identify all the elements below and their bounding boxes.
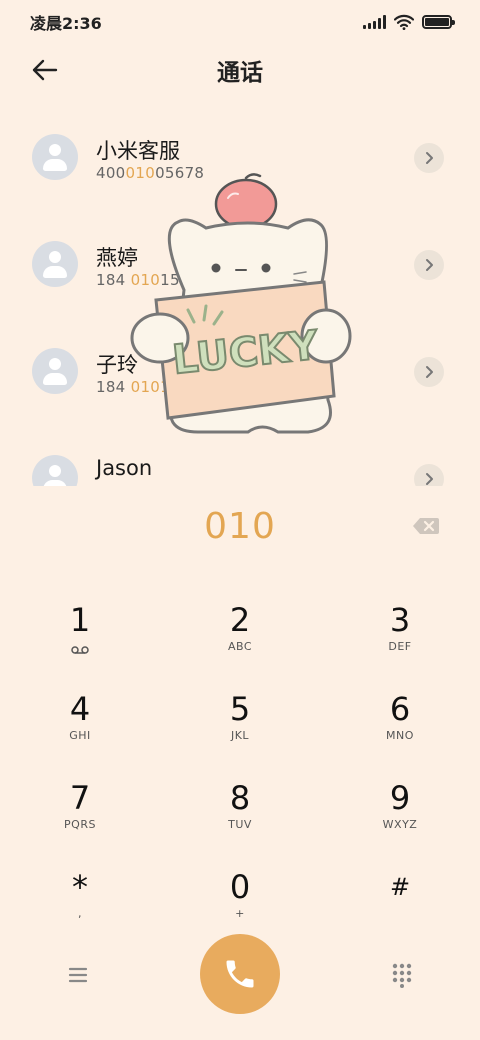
key-6[interactable]: 6 MNO	[340, 689, 460, 765]
key-3[interactable]: 3 DEF	[340, 600, 460, 676]
key-letters: DEF	[388, 640, 412, 653]
dial-input-row: 010	[0, 500, 480, 556]
contact-number: 40001005678	[96, 164, 205, 182]
back-arrow-icon	[32, 59, 58, 81]
contact-row[interactable]: 子玲 184 0101 5678	[0, 318, 480, 418]
key-letters: +	[235, 907, 245, 920]
key-digit: 2	[229, 601, 251, 639]
voicemail-icon	[71, 646, 89, 654]
contact-row[interactable]: 燕婷 184 01015689	[0, 211, 480, 311]
backspace-button[interactable]	[412, 516, 440, 536]
key-digit: 5	[229, 690, 251, 728]
wifi-icon	[394, 14, 414, 30]
contact-name: Jason	[96, 456, 153, 480]
contact-row[interactable]: Jason	[0, 425, 480, 486]
key-7[interactable]: 7 PQRS	[20, 778, 140, 854]
key-digit: 3	[389, 601, 411, 639]
contact-name: 小米客服	[96, 139, 180, 163]
key-1[interactable]: 1	[20, 600, 140, 676]
call-button[interactable]	[200, 934, 280, 1014]
key-letters: MNO	[386, 729, 414, 742]
key-2[interactable]: 2 ABC	[180, 600, 300, 676]
key-digit: *	[72, 868, 88, 906]
avatar	[32, 241, 78, 287]
key-digit: 8	[229, 779, 251, 817]
phone-icon	[226, 960, 254, 988]
key-digit: 9	[389, 779, 411, 817]
key-star[interactable]: * ,	[20, 867, 140, 943]
status-bar: 凌晨2:36	[0, 0, 480, 44]
key-0[interactable]: 0 +	[180, 867, 300, 943]
chevron-right-icon	[426, 473, 433, 485]
contact-detail-button[interactable]	[414, 357, 444, 387]
avatar	[32, 134, 78, 180]
contact-row[interactable]: 小米客服 40001005678	[0, 104, 480, 204]
key-letters: PQRS	[64, 818, 96, 831]
key-hash[interactable]: #	[340, 867, 460, 943]
avatar	[32, 455, 78, 486]
chevron-right-icon	[426, 152, 433, 164]
key-letters: WXYZ	[382, 818, 418, 831]
dialpad-toggle-button[interactable]	[390, 962, 414, 988]
contact-name: 燕婷	[96, 246, 138, 270]
key-digit: 7	[69, 779, 91, 817]
menu-button[interactable]	[66, 964, 90, 986]
contact-detail-button[interactable]	[414, 250, 444, 280]
key-5[interactable]: 5 JKL	[180, 689, 300, 765]
contact-name: 子玲	[96, 353, 138, 377]
dialed-number: 010	[204, 506, 276, 547]
menu-icon	[68, 967, 88, 983]
key-4[interactable]: 4 GHI	[20, 689, 140, 765]
chevron-right-icon	[426, 366, 433, 378]
status-time: 凌晨2:36	[30, 14, 102, 33]
avatar	[32, 348, 78, 394]
bottom-action-bar	[0, 934, 480, 1014]
key-letters: GHI	[69, 729, 91, 742]
signal-icon	[363, 15, 386, 29]
contact-suggestion-list: 小米客服 40001005678 燕婷 184 01015689 子玲 184 …	[0, 104, 480, 486]
key-digit: 1	[69, 601, 91, 639]
backspace-icon	[413, 518, 439, 534]
battery-icon	[422, 15, 455, 29]
key-letters: ABC	[227, 640, 253, 653]
key-letters: ,	[78, 907, 82, 920]
header: 通话	[0, 48, 480, 92]
contact-number: 184 0101 5678	[96, 378, 215, 396]
chevron-right-icon	[426, 259, 433, 271]
page-title: 通话	[217, 60, 263, 86]
key-digit: 0	[229, 868, 251, 906]
status-icons	[363, 14, 455, 30]
contact-number: 184 01015689	[96, 271, 210, 289]
back-button[interactable]	[30, 56, 60, 84]
key-8[interactable]: 8 TUV	[180, 778, 300, 854]
key-letters: TUV	[228, 818, 252, 831]
dialpad-icon	[392, 963, 412, 988]
key-digit: 6	[389, 690, 411, 728]
key-9[interactable]: 9 WXYZ	[340, 778, 460, 854]
contact-detail-button[interactable]	[414, 143, 444, 173]
key-letters: JKL	[230, 729, 250, 742]
key-digit: 4	[69, 690, 91, 728]
contact-detail-button[interactable]	[414, 464, 444, 486]
key-digit: #	[389, 873, 411, 901]
